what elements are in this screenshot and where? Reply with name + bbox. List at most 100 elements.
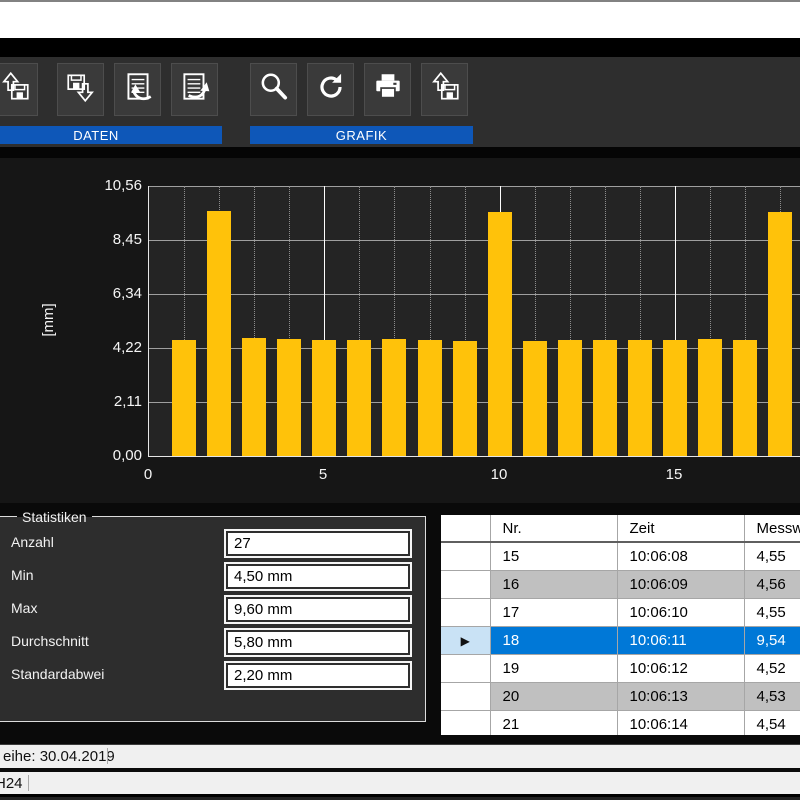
column-header-messwert[interactable]: Messwe xyxy=(744,515,800,542)
y-tick-label: 6,34 xyxy=(60,285,142,303)
cell-messwert[interactable]: 4,52 xyxy=(744,655,800,683)
table-row[interactable]: 1710:06:104,55 xyxy=(441,599,800,627)
header-separator xyxy=(0,38,800,57)
gridline-h xyxy=(149,186,800,187)
status-bar-2: H24 xyxy=(0,772,800,794)
status-bar-1: eihe: 30.04.2019 xyxy=(0,744,800,768)
floppy-arrow-down-icon xyxy=(64,70,98,109)
row-header-cell[interactable] xyxy=(441,571,490,599)
title-menu-area xyxy=(0,2,800,38)
cell-nr[interactable]: 19 xyxy=(490,655,617,683)
cell-messwert[interactable]: 4,55 xyxy=(744,542,800,571)
document-arrow-out-icon xyxy=(178,70,212,109)
save-graph-button[interactable] xyxy=(421,63,468,116)
cell-nr[interactable]: 18 xyxy=(490,627,617,655)
bar xyxy=(347,340,371,456)
statistics-groupbox-title: Statistiken xyxy=(17,508,92,526)
cell-zeit[interactable]: 10:06:10 xyxy=(617,599,744,627)
table-row[interactable]: 2010:06:134,53 xyxy=(441,683,800,711)
grafik-label: GRAFIK xyxy=(336,128,387,143)
bar xyxy=(207,211,231,456)
toolbar: DATEN GRAFIK xyxy=(0,57,800,147)
table-row[interactable]: 2110:06:144,54 xyxy=(441,711,800,736)
x-tick-label: 5 xyxy=(308,466,338,486)
bar xyxy=(593,340,617,456)
bar xyxy=(418,340,442,456)
x-tick-label: 15 xyxy=(659,466,689,486)
bar xyxy=(628,340,652,456)
max-field[interactable] xyxy=(226,597,410,622)
floppy-arrow-up-icon xyxy=(0,70,32,109)
recycle-icon xyxy=(314,70,348,109)
row-header-cell[interactable] xyxy=(441,655,490,683)
column-header-zeit[interactable]: Zeit xyxy=(617,515,744,542)
cell-messwert[interactable]: 4,53 xyxy=(744,683,800,711)
measurement-table: Nr. Zeit Messwe 1510:06:084,551610:06:09… xyxy=(441,515,800,735)
cell-zeit[interactable]: 10:06:12 xyxy=(617,655,744,683)
bar xyxy=(488,212,512,456)
cell-zeit[interactable]: 10:06:08 xyxy=(617,542,744,571)
gridline-h xyxy=(149,240,800,241)
bar xyxy=(277,339,301,456)
measurement-table-body: 1510:06:084,551610:06:094,561710:06:104,… xyxy=(441,542,800,735)
bar xyxy=(733,340,757,456)
cell-messwert[interactable]: 4,54 xyxy=(744,711,800,736)
standardabweichung-label: Standardabwei xyxy=(11,666,104,682)
cell-zeit[interactable]: 10:06:13 xyxy=(617,683,744,711)
cell-nr[interactable]: 21 xyxy=(490,711,617,736)
y-tick-label: 10,56 xyxy=(60,177,142,195)
cell-messwert[interactable]: 4,56 xyxy=(744,571,800,599)
table-row[interactable]: 1910:06:124,52 xyxy=(441,655,800,683)
status-separator xyxy=(107,748,108,764)
row-header-cell[interactable] xyxy=(441,599,490,627)
refresh-graph-button[interactable] xyxy=(307,63,354,116)
durchschnitt-field[interactable] xyxy=(226,630,410,655)
gridline-h xyxy=(149,294,800,295)
row-header-column[interactable] xyxy=(441,515,490,542)
table-row[interactable]: ▶1810:06:119,54 xyxy=(441,627,800,655)
cell-nr[interactable]: 17 xyxy=(490,599,617,627)
cell-messwert[interactable]: 9,54 xyxy=(744,627,800,655)
export-report-button[interactable] xyxy=(171,63,218,116)
bar xyxy=(768,212,792,456)
cell-nr[interactable]: 15 xyxy=(490,542,617,571)
min-field[interactable] xyxy=(226,564,410,589)
status-date-text: eihe: 30.04.2019 xyxy=(3,745,115,768)
standardabweichung-field[interactable] xyxy=(226,663,410,688)
row-header-cell[interactable] xyxy=(441,542,490,571)
column-header-nr[interactable]: Nr. xyxy=(490,515,617,542)
daten-label: DATEN xyxy=(73,128,119,143)
cell-zeit[interactable]: 10:06:09 xyxy=(617,571,744,599)
x-tick-label: 10 xyxy=(484,466,514,486)
y-tick-label: 0,00 xyxy=(60,447,142,465)
save-data-button[interactable] xyxy=(57,63,104,116)
current-row-indicator[interactable]: ▶ xyxy=(441,627,490,655)
load-data-button[interactable] xyxy=(0,63,38,116)
magnifier-icon xyxy=(257,70,291,109)
cell-nr[interactable]: 20 xyxy=(490,683,617,711)
bar xyxy=(172,340,196,456)
cell-messwert[interactable]: 4,55 xyxy=(744,599,800,627)
table-row[interactable]: 1510:06:084,55 xyxy=(441,542,800,571)
anzahl-label: Anzahl xyxy=(11,534,54,550)
y-tick-label: 8,45 xyxy=(60,231,142,249)
table-row[interactable]: 1610:06:094,56 xyxy=(441,571,800,599)
max-label: Max xyxy=(11,600,37,616)
anzahl-field[interactable] xyxy=(226,531,410,556)
y-tick-label: 2,11 xyxy=(60,393,142,411)
cell-nr[interactable]: 16 xyxy=(490,571,617,599)
print-graph-button[interactable] xyxy=(364,63,411,116)
bar xyxy=(663,340,687,456)
cell-zeit[interactable]: 10:06:14 xyxy=(617,711,744,736)
printer-icon xyxy=(371,70,405,109)
bar xyxy=(382,339,406,456)
document-arrow-in-icon xyxy=(121,70,155,109)
row-header-cell[interactable] xyxy=(441,683,490,711)
status-separator xyxy=(28,775,29,791)
import-report-button[interactable] xyxy=(114,63,161,116)
row-header-cell[interactable] xyxy=(441,711,490,736)
zoom-button[interactable] xyxy=(250,63,297,116)
y-axis-title: [mm] xyxy=(38,292,58,348)
y-tick-label: 4,22 xyxy=(60,339,142,357)
cell-zeit[interactable]: 10:06:11 xyxy=(617,627,744,655)
